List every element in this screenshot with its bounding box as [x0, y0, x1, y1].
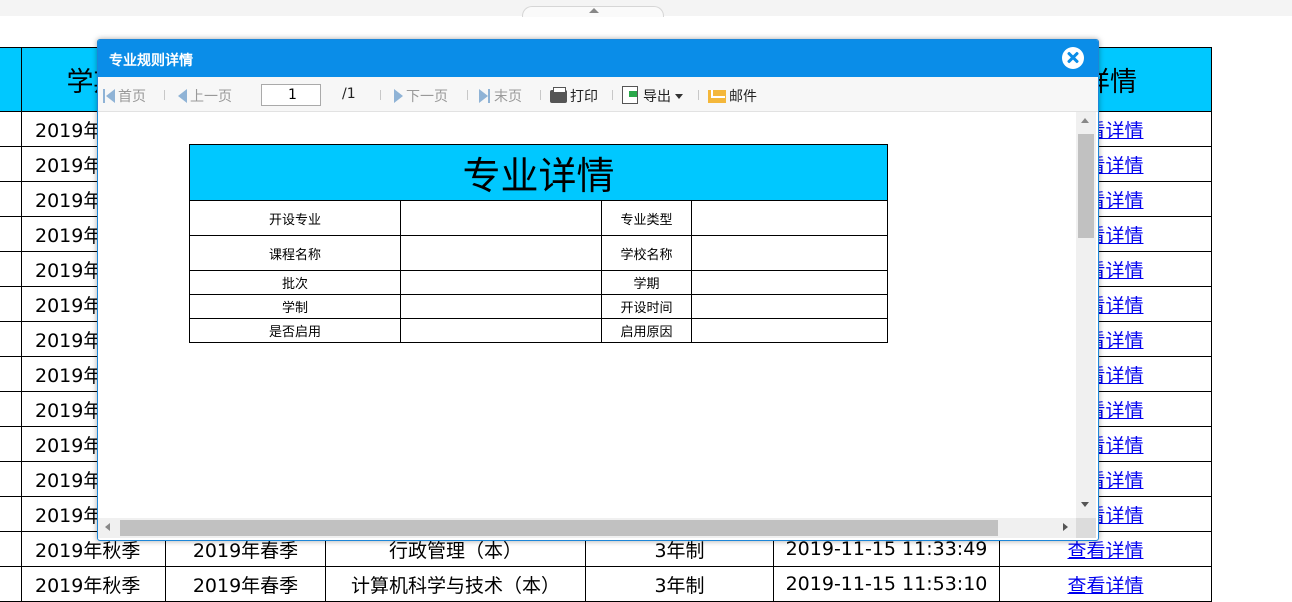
system-cell: 3年制 — [585, 566, 774, 602]
row-marker — [0, 111, 22, 147]
mail-icon — [708, 90, 726, 103]
report-label: 启用原因 — [601, 318, 692, 343]
report-label: 学期 — [601, 270, 692, 295]
scroll-left-icon[interactable] — [105, 523, 110, 531]
first-page-icon — [103, 89, 105, 103]
report-viewport: 专业详情 开设专业 专业类型课程名称 学校名称批次 学期学制 开设时间是否启用 启用原因 — [98, 112, 1076, 518]
row-marker — [0, 146, 22, 182]
row-marker — [0, 566, 22, 602]
report-row: 课程名称 学校名称 — [189, 235, 888, 271]
next-page-icon — [394, 89, 403, 103]
view-detail-link[interactable]: 查看详情 — [1067, 575, 1143, 597]
major-cell: 计算机科学与技术（本） — [325, 566, 586, 602]
first-page-button[interactable]: 首页 — [102, 86, 146, 106]
report-value — [691, 235, 888, 271]
dialog-title-bar: 专业规则详情 — [98, 40, 1098, 77]
row-marker — [0, 251, 22, 287]
report-label: 开设时间 — [601, 294, 692, 319]
last-page-button[interactable]: 末页 — [479, 86, 522, 106]
time-cell: 2019-11-15 11:53:10 — [773, 566, 1000, 602]
scrollbar-corner — [1076, 518, 1096, 538]
row-marker — [0, 321, 22, 357]
print-button[interactable]: 打印 — [550, 86, 598, 106]
chevron-down-icon — [675, 94, 683, 99]
report-row: 开设专业 专业类型 — [189, 200, 888, 236]
page-number-input[interactable] — [261, 84, 321, 106]
scroll-up-icon[interactable] — [1081, 118, 1089, 123]
export-button[interactable]: 导出 — [622, 86, 683, 106]
vertical-scrollbar[interactable] — [1076, 112, 1096, 518]
report-value — [691, 294, 888, 319]
report-label: 开设专业 — [189, 200, 401, 236]
semester-cell: 2019年秋季 — [21, 566, 166, 602]
batch-cell: 2019年春季 — [165, 566, 326, 602]
view-detail-link[interactable]: 查看详情 — [1067, 540, 1143, 562]
row-marker — [0, 216, 22, 252]
row-marker — [0, 356, 22, 392]
horizontal-scrollbar[interactable] — [98, 518, 1076, 538]
row-marker — [0, 461, 22, 497]
row-marker — [0, 286, 22, 322]
detail-cell: 查看详情 — [999, 566, 1212, 602]
report-value — [691, 318, 888, 343]
report-value — [691, 270, 888, 295]
report-value — [400, 270, 602, 295]
row-marker — [0, 391, 22, 427]
major-detail-report: 专业详情 开设专业 专业类型课程名称 学校名称批次 学期学制 开设时间是否启用 启用原因 — [189, 144, 888, 343]
export-icon — [622, 86, 638, 104]
report-label: 专业类型 — [601, 200, 692, 236]
table-row: 2019年秋季 2019年春季 计算机科学与技术（本） 3年制 2019-11-15 1… — [0, 566, 1212, 602]
report-label: 是否启用 — [189, 318, 401, 343]
report-row: 批次 学期 — [189, 270, 888, 295]
report-label: 课程名称 — [189, 235, 401, 271]
report-label: 学校名称 — [601, 235, 692, 271]
next-page-button[interactable]: 下一页 — [394, 86, 448, 106]
report-row: 学制 开设时间 — [189, 294, 888, 319]
scroll-right-icon[interactable] — [1063, 523, 1068, 531]
vertical-scroll-thumb[interactable] — [1078, 134, 1094, 238]
printer-icon — [550, 87, 567, 103]
row-marker — [0, 496, 22, 532]
collapse-tab[interactable] — [522, 6, 664, 17]
report-value — [400, 294, 602, 319]
prev-page-button[interactable]: 上一页 — [178, 86, 232, 106]
report-value — [400, 200, 602, 236]
prev-page-icon — [178, 89, 187, 103]
mail-button[interactable]: 邮件 — [708, 86, 757, 106]
chevron-up-icon — [589, 8, 599, 13]
report-value — [400, 235, 602, 271]
row-marker — [0, 531, 22, 567]
close-icon[interactable] — [1062, 47, 1084, 69]
horizontal-scroll-thumb[interactable] — [120, 520, 998, 536]
scroll-down-icon[interactable] — [1081, 502, 1089, 507]
dialog-title: 专业规则详情 — [109, 53, 193, 69]
row-marker — [0, 181, 22, 217]
report-row: 是否启用 启用原因 — [189, 318, 888, 343]
report-value — [691, 200, 888, 236]
page-total: /1 — [342, 86, 356, 102]
row-marker — [0, 426, 22, 462]
report-label: 批次 — [189, 270, 401, 295]
last-page-icon — [479, 89, 488, 103]
report-title: 专业详情 — [189, 144, 888, 201]
top-strip — [0, 0, 1292, 17]
report-toolbar: 首页 上一页 /1 下一页 末页 打印 导出 邮件 — [98, 77, 1098, 112]
detail-dialog: 专业规则详情 首页 上一页 /1 下一页 末页 打印 导出 邮件 专业详情 开设… — [97, 39, 1099, 541]
report-value — [400, 318, 602, 343]
report-label: 学制 — [189, 294, 401, 319]
